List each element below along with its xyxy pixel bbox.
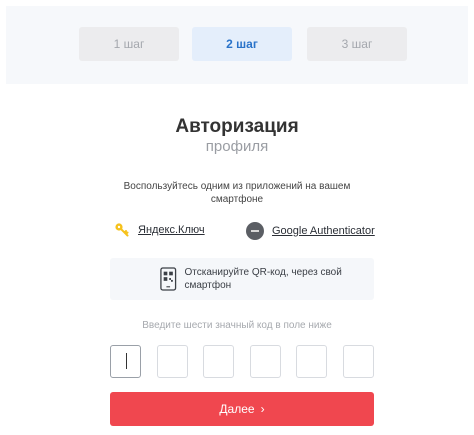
key-icon xyxy=(115,223,129,237)
step-3[interactable]: 3 шаг xyxy=(307,27,407,61)
chevron-right-icon: › xyxy=(260,402,265,416)
google-authenticator-link[interactable]: Google Authenticator xyxy=(272,225,375,237)
code-digit-6[interactable] xyxy=(342,345,374,378)
google-authenticator-app[interactable]: Google Authenticator xyxy=(246,222,375,240)
step-2[interactable]: 2 шаг xyxy=(192,27,292,61)
steps-bar: 1 шаг 2 шаг 3 шаг xyxy=(6,6,468,84)
google-authenticator-icon xyxy=(246,222,264,240)
code-input-row xyxy=(110,345,374,378)
code-digit-3[interactable] xyxy=(203,345,235,378)
qr-instruction-text: Отсканируйте QR-код, через свой смартфон xyxy=(184,267,342,291)
qr-scan-option[interactable]: Отсканируйте QR-код, через свой смартфон xyxy=(110,258,374,300)
code-digit-5[interactable] xyxy=(296,345,328,378)
code-hint: Введите шести значный код в поле ниже xyxy=(142,320,332,331)
next-button[interactable]: Далее › xyxy=(110,392,374,426)
qr-phone-icon xyxy=(160,267,177,291)
code-digit-2[interactable] xyxy=(156,345,188,378)
page-subtitle: профиля xyxy=(205,138,269,155)
page-title: Авторизация xyxy=(175,116,299,137)
code-digit-4[interactable] xyxy=(249,345,281,378)
next-button-label: Далее xyxy=(219,402,255,416)
step-1[interactable]: 1 шаг xyxy=(79,27,179,61)
instruction-text: Воспользуйтесь одним из приложений на ва… xyxy=(123,181,351,205)
yandex-key-app[interactable]: Яндекс.Ключ xyxy=(114,222,205,238)
text-caret xyxy=(126,353,127,369)
yandex-key-link[interactable]: Яндекс.Ключ xyxy=(138,224,205,236)
